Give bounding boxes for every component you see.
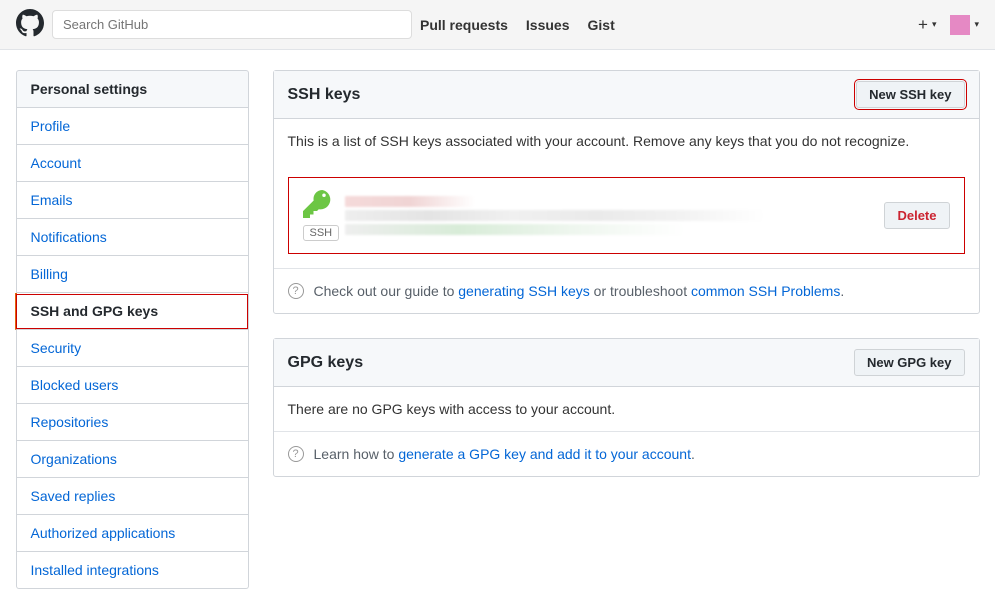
github-logo-icon[interactable] — [16, 9, 44, 40]
ssh-panel-title: SSH keys — [288, 86, 361, 104]
gpg-guide-link[interactable]: generate a GPG key and add it to your ac… — [398, 446, 691, 462]
sidebar-item-installed-integrations[interactable]: Installed integrations — [16, 552, 249, 589]
sidebar-item-notifications[interactable]: Notifications — [16, 219, 249, 256]
create-new-icon[interactable]: + — [918, 15, 928, 35]
sidebar-item-blocked-users[interactable]: Blocked users — [16, 367, 249, 404]
nav-pull-requests[interactable]: Pull requests — [420, 17, 508, 33]
ssh-key-info-redacted — [345, 193, 871, 238]
sidebar-item-billing[interactable]: Billing — [16, 256, 249, 293]
ssh-badge: SSH — [303, 225, 340, 241]
ssh-guide-text-mid: or troubleshoot — [590, 283, 691, 299]
sidebar-item-saved-replies[interactable]: Saved replies — [16, 478, 249, 515]
sidebar-item-organizations[interactable]: Organizations — [16, 441, 249, 478]
ssh-guide-text-pre: Check out our guide to — [314, 283, 459, 299]
sidebar-item-emails[interactable]: Emails — [16, 182, 249, 219]
sidebar-item-security[interactable]: Security — [16, 330, 249, 367]
question-icon: ? — [288, 446, 304, 462]
ssh-guide-link-generating[interactable]: generating SSH keys — [458, 283, 590, 299]
gpg-guide-text-pre: Learn how to — [314, 446, 399, 462]
gpg-description: There are no GPG keys with access to you… — [288, 401, 965, 417]
key-icon: SSH — [303, 190, 331, 241]
sidebar-item-profile[interactable]: Profile — [16, 108, 249, 145]
settings-sidebar: Personal settings Profile Account Emails… — [16, 70, 249, 589]
gpg-panel-title: GPG keys — [288, 354, 364, 372]
sidebar-item-authorized-apps[interactable]: Authorized applications — [16, 515, 249, 552]
new-ssh-key-button[interactable]: New SSH key — [856, 81, 964, 108]
sidebar-item-account[interactable]: Account — [16, 145, 249, 182]
nav-gist[interactable]: Gist — [588, 17, 615, 33]
gpg-keys-panel: GPG keys New GPG key There are no GPG ke… — [273, 338, 980, 477]
delete-ssh-key-button[interactable]: Delete — [884, 202, 949, 229]
caret-down-icon: ▾ — [932, 19, 937, 30]
search-input[interactable] — [52, 10, 412, 39]
ssh-guide-row: ? Check out our guide to generating SSH … — [274, 268, 979, 313]
header-nav: Pull requests Issues Gist — [420, 17, 615, 33]
caret-down-icon: ▾ — [974, 19, 979, 30]
question-icon: ? — [288, 283, 304, 299]
new-gpg-key-button[interactable]: New GPG key — [854, 349, 965, 376]
sidebar-item-ssh-gpg-keys[interactable]: SSH and GPG keys — [15, 293, 249, 330]
sidebar-title: Personal settings — [16, 70, 249, 108]
top-header: Pull requests Issues Gist + ▾ ▾ — [0, 0, 995, 50]
user-avatar[interactable] — [950, 15, 970, 35]
ssh-guide-text-post: . — [840, 283, 844, 299]
nav-issues[interactable]: Issues — [526, 17, 570, 33]
ssh-guide-link-problems[interactable]: common SSH Problems — [691, 283, 840, 299]
gpg-guide-row: ? Learn how to generate a GPG key and ad… — [274, 431, 979, 476]
ssh-key-row: SSH Delete — [288, 177, 965, 254]
ssh-keys-panel: SSH keys New SSH key This is a list of S… — [273, 70, 980, 314]
sidebar-item-repositories[interactable]: Repositories — [16, 404, 249, 441]
gpg-guide-text-post: . — [691, 446, 695, 462]
ssh-description: This is a list of SSH keys associated wi… — [288, 133, 965, 149]
